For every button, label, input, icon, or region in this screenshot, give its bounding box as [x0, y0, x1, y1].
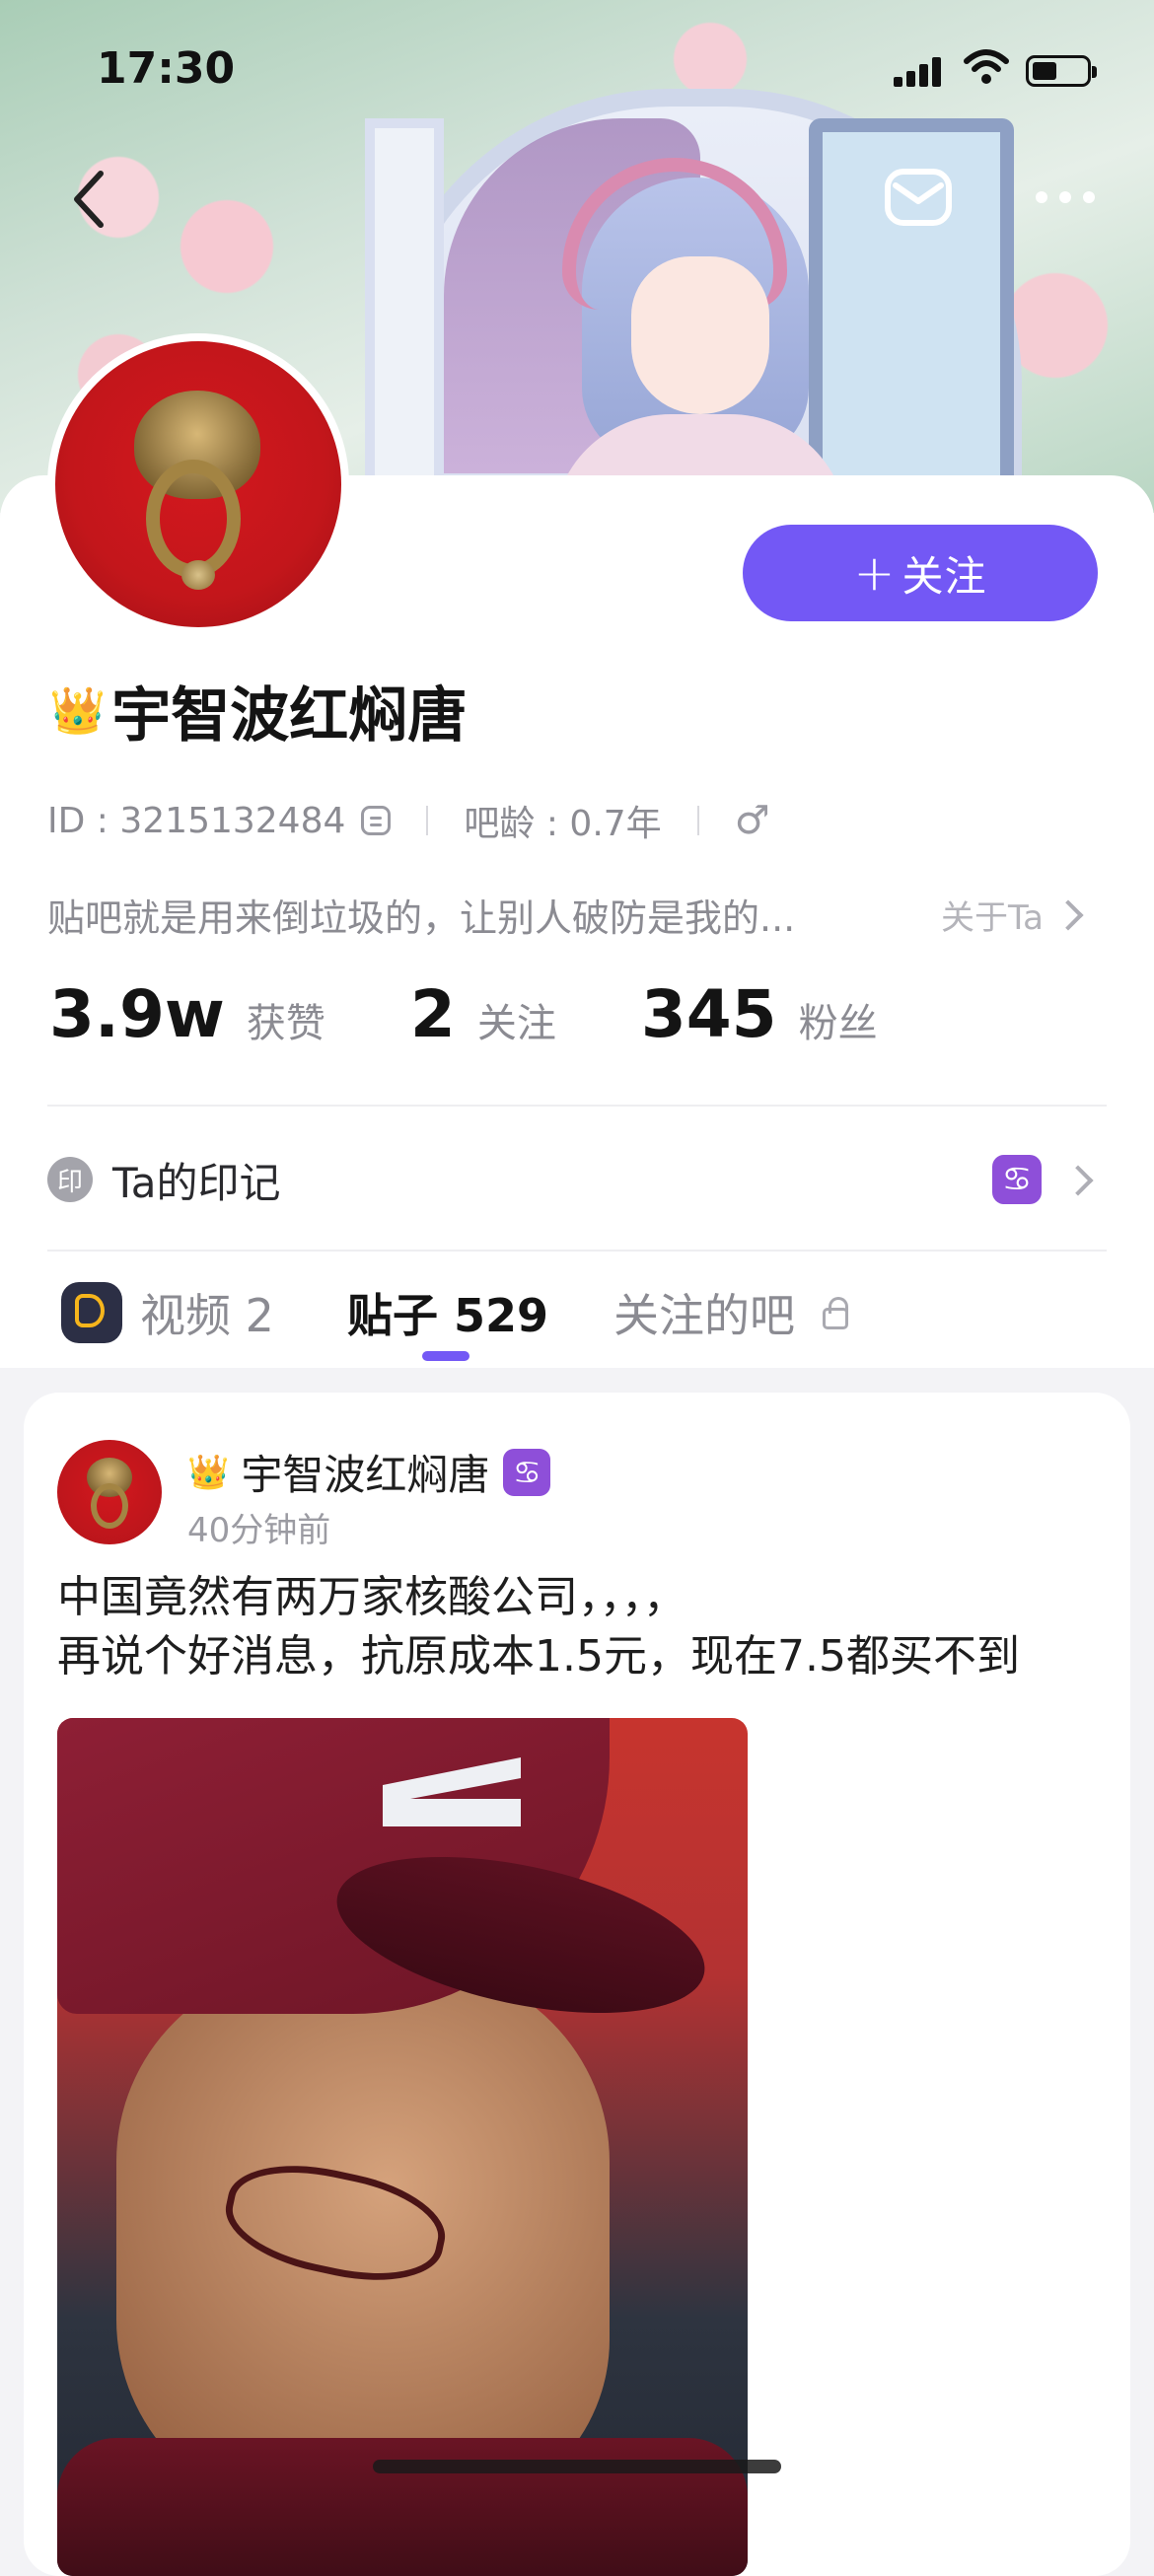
tab-videos[interactable]: 视频 2: [61, 1280, 274, 1345]
banner-window-left-art: [365, 118, 444, 513]
follow-button[interactable]: + 关注: [743, 525, 1098, 621]
status-time: 17:30: [97, 43, 236, 94]
tab-label: 视频 2: [140, 1289, 274, 1342]
post-image[interactable]: [57, 1718, 748, 2576]
user-id: ID : 3215132484: [47, 800, 346, 841]
cellular-signal-icon: [894, 55, 941, 87]
post-body: 中国竟然有两万家核酸公司，，，， 再说个好消息，抗原成本1.5元，现在7.5都买…: [57, 1568, 1113, 1686]
post-text-line: 再说个好消息，抗原成本1.5元，现在7.5都买不到: [57, 1631, 1020, 1682]
home-indicator[interactable]: [373, 2460, 781, 2473]
seal-icon: 印: [47, 1157, 93, 1202]
stat-following[interactable]: 2 关注: [410, 976, 556, 1052]
bar-age: 吧龄 : 0.7年: [464, 804, 662, 844]
profile-meta-row: ID : 3215132484 吧龄 : 0.7年 ♂: [47, 795, 770, 846]
avatar-image: [55, 341, 341, 627]
post-text-line: 中国竟然有两万家核酸公司，，，，: [57, 1572, 686, 1622]
image-collar-art: [57, 2438, 748, 2576]
battery-icon: [1026, 55, 1097, 87]
tab-label: 关注的吧: [613, 1289, 795, 1342]
stat-fans[interactable]: 345 粉丝: [641, 976, 878, 1052]
mark-label: Ta的印记: [112, 1158, 281, 1207]
divider: [47, 1105, 1107, 1107]
tab-label: 贴子 529: [347, 1289, 549, 1342]
zodiac-cancer-icon: ♋: [503, 1448, 551, 1496]
stat-value: 345: [640, 976, 777, 1052]
mark-row[interactable]: 印 Ta的印记 ♋: [47, 1144, 1107, 1215]
stat-value: 2: [409, 976, 456, 1052]
tab-followed-bars[interactable]: 关注的吧: [613, 1280, 848, 1345]
plus-icon: +: [853, 544, 897, 602]
lock-icon: [823, 1297, 848, 1329]
door-knocker-knob-art: [181, 560, 215, 590]
status-bar: 17:30: [0, 0, 1154, 138]
zodiac-cancer-icon: ♋: [992, 1155, 1042, 1204]
door-knocker-ring-art: [91, 1483, 128, 1529]
divider: [47, 1250, 1107, 1252]
crown-icon: 👑: [49, 682, 107, 737]
stats-row: 3.9w 获赞 2 关注 345 粉丝: [49, 976, 963, 1052]
avatar[interactable]: [47, 333, 349, 635]
wifi-icon: [964, 49, 1009, 84]
video-play-icon: [61, 1282, 122, 1343]
divider: [426, 806, 429, 835]
divider: [696, 806, 699, 835]
crown-icon: 👑: [187, 1452, 230, 1492]
back-button[interactable]: [67, 168, 110, 231]
stat-likes[interactable]: 3.9w 获赞: [49, 976, 325, 1052]
tab-active-indicator: [422, 1351, 469, 1361]
chevron-right-icon: [1062, 1165, 1094, 1196]
profile-name-row: 👑 宇智波红焖唐: [49, 671, 468, 751]
bio-text: 贴吧就是用来倒垃圾的，让别人破防是我的...: [47, 896, 796, 940]
banner-girl-face-art: [631, 256, 769, 414]
post-author-row: 👑 宇智波红焖唐 ♋: [187, 1442, 551, 1502]
post-author-name[interactable]: 宇智波红焖唐: [241, 1442, 489, 1502]
copy-icon[interactable]: [361, 806, 392, 835]
stat-label: 粉丝: [798, 1001, 878, 1046]
tab-posts[interactable]: 贴子 529: [347, 1280, 548, 1345]
stat-value: 3.9w: [49, 976, 225, 1052]
stat-label: 关注: [476, 1001, 556, 1046]
bio-row[interactable]: 贴吧就是用来倒垃圾的，让别人破防是我的... 关于Ta: [47, 888, 1103, 942]
profile-name: 宇智波红焖唐: [111, 680, 468, 751]
profile-tabs: 视频 2 贴子 529 关注的吧: [47, 1262, 1107, 1361]
chevron-right-icon: [1052, 898, 1084, 931]
envelope-icon[interactable]: [884, 168, 953, 227]
follow-label: 关注: [902, 551, 987, 601]
post-timestamp: 40分钟前: [187, 1511, 331, 1550]
stat-label: 获赞: [246, 1001, 325, 1046]
gender-male-icon: ♂: [734, 798, 770, 843]
more-options-button[interactable]: [1036, 185, 1105, 209]
post-card[interactable]: 👑 宇智波红焖唐 ♋ 40分钟前 中国竟然有两万家核酸公司，，，， 再说个好消息…: [24, 1393, 1130, 2576]
about-label: 关于Ta: [941, 898, 1044, 938]
post-avatar[interactable]: [57, 1440, 162, 1544]
